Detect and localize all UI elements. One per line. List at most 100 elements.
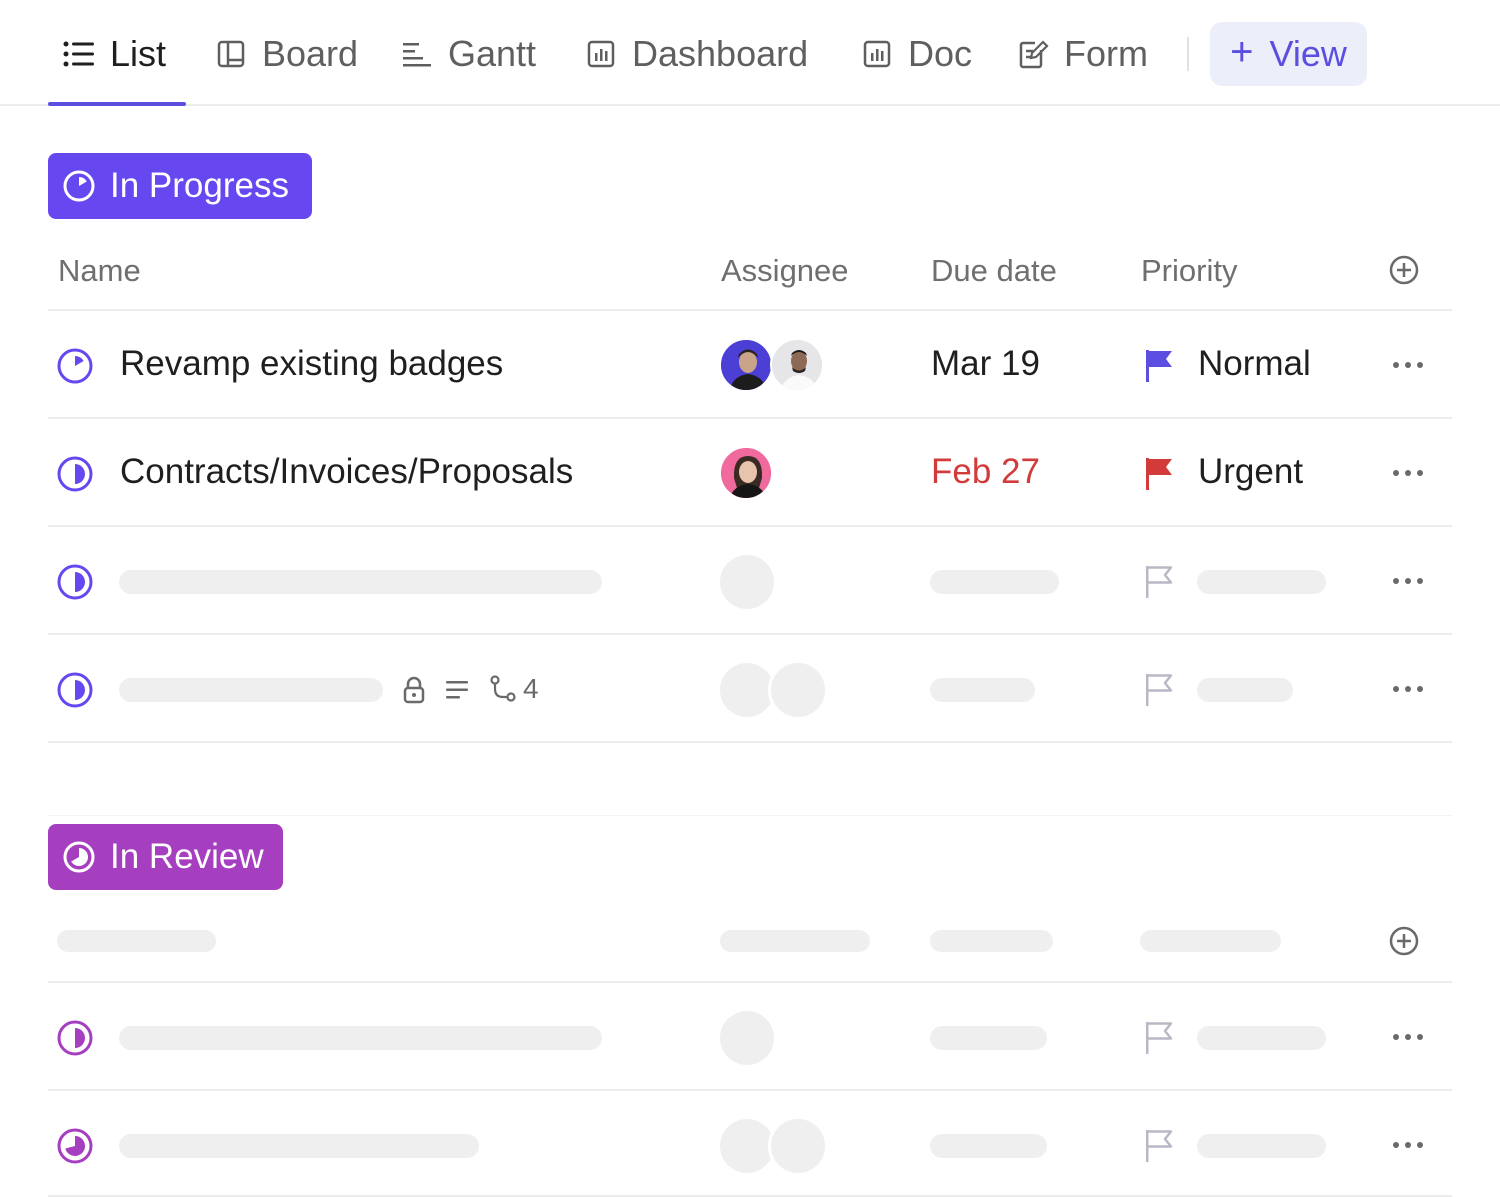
due-date[interactable]: Mar 19 (931, 344, 1040, 384)
more-options-icon[interactable] (1393, 1142, 1423, 1152)
tab-label: Dashboard (632, 33, 809, 74)
priority-placeholder (1197, 1134, 1326, 1158)
row-divider (48, 981, 1452, 983)
status-pill-in-progress[interactable]: In Progress (48, 153, 312, 219)
avatar-placeholder (720, 1011, 774, 1065)
column-header-placeholder (720, 930, 870, 952)
column-header-placeholder (1140, 930, 1281, 952)
column-header-due-date[interactable]: Due date (931, 253, 1057, 289)
flag-icon[interactable] (1144, 672, 1176, 708)
due-date-placeholder (930, 1134, 1047, 1158)
row-divider (48, 417, 1452, 419)
avatar-placeholder (768, 1116, 828, 1176)
tab-doc[interactable]: Doc (860, 22, 972, 86)
row-divider (48, 309, 1452, 311)
in-review-status-icon[interactable] (56, 1019, 94, 1057)
flag-icon[interactable] (1144, 456, 1176, 492)
tab-list[interactable]: List (62, 22, 166, 86)
due-date-placeholder (930, 678, 1035, 702)
task-name-placeholder (119, 570, 602, 594)
in-progress-status-icon (63, 170, 95, 202)
in-progress-status-icon[interactable] (56, 347, 94, 385)
person-avatar-icon (721, 340, 771, 390)
subtasks-indicator[interactable]: 4 (489, 672, 539, 706)
due-date-placeholder (930, 570, 1059, 594)
row-divider (48, 633, 1452, 635)
more-options-icon[interactable] (1393, 686, 1423, 696)
task-name[interactable]: Revamp existing badges (120, 344, 503, 384)
row-divider (48, 525, 1452, 527)
priority-placeholder (1197, 1026, 1326, 1050)
flag-icon[interactable] (1144, 348, 1176, 384)
tab-label: Gantt (448, 33, 537, 74)
lock-icon[interactable] (402, 676, 426, 704)
group-divider (48, 815, 1452, 816)
avatar[interactable] (719, 338, 773, 392)
task-name[interactable]: Contracts/Invoices/Proposals (120, 452, 573, 492)
list-icon (62, 37, 96, 71)
active-tab-indicator (48, 102, 186, 106)
row-divider (48, 741, 1452, 743)
avatar-placeholder (720, 1119, 774, 1173)
flag-icon[interactable] (1144, 564, 1176, 600)
board-icon (214, 37, 248, 71)
subtask-count: 4 (523, 673, 539, 704)
more-options-icon[interactable] (1393, 362, 1423, 372)
avatar-placeholder (768, 660, 828, 720)
row-divider (48, 1089, 1452, 1091)
status-label: In Review (110, 837, 264, 876)
tab-form[interactable]: Form (1016, 22, 1148, 86)
in-progress-status-icon[interactable] (56, 563, 94, 601)
flag-icon[interactable] (1144, 1128, 1176, 1164)
task-name-placeholder (119, 678, 383, 702)
description-icon[interactable] (446, 680, 470, 700)
avatar-placeholder (720, 555, 774, 609)
more-options-icon[interactable] (1393, 1034, 1423, 1044)
task-name-placeholder (119, 1134, 479, 1158)
gantt-icon (400, 37, 434, 71)
tab-label: Board (262, 33, 359, 74)
doc-icon (860, 37, 894, 71)
add-view-button[interactable]: + View (1210, 22, 1367, 86)
more-options-icon[interactable] (1393, 470, 1423, 480)
add-column-icon[interactable] (1388, 925, 1420, 957)
priority-label[interactable]: Urgent (1198, 452, 1303, 492)
column-header-placeholder (57, 930, 216, 952)
column-header-assignee[interactable]: Assignee (721, 253, 849, 289)
more-options-icon[interactable] (1393, 578, 1423, 588)
avatar-placeholder (720, 663, 774, 717)
column-header-placeholder (930, 930, 1053, 952)
column-header-name[interactable]: Name (58, 253, 141, 289)
tab-dashboard[interactable]: Dashboard (584, 22, 808, 86)
form-icon (1016, 37, 1050, 71)
tab-gantt[interactable]: Gantt (400, 22, 536, 86)
avatar[interactable] (770, 338, 824, 392)
tabs-separator (1187, 37, 1189, 71)
priority-placeholder (1197, 570, 1326, 594)
column-header-priority[interactable]: Priority (1141, 253, 1237, 289)
dashboard-icon (584, 37, 618, 71)
priority-label[interactable]: Normal (1198, 344, 1311, 384)
avatar[interactable] (719, 446, 773, 500)
flag-icon[interactable] (1144, 1020, 1176, 1056)
tab-label: Form (1064, 33, 1148, 74)
due-date[interactable]: Feb 27 (931, 452, 1040, 492)
person-avatar-icon (772, 340, 822, 390)
plus-icon: + (1230, 30, 1254, 74)
add-view-label: View (1269, 33, 1347, 74)
tab-label: List (110, 33, 167, 74)
in-review-status-icon[interactable] (56, 1127, 94, 1165)
in-progress-status-icon[interactable] (56, 455, 94, 493)
add-column-icon[interactable] (1388, 254, 1420, 286)
due-date-placeholder (930, 1026, 1047, 1050)
in-progress-status-icon[interactable] (56, 671, 94, 709)
status-label: In Progress (110, 166, 289, 205)
view-tabs-bar: List Board Gantt Dashboard Doc Form + Vi… (0, 0, 1500, 106)
tab-label: Doc (908, 33, 973, 74)
in-review-status-icon (63, 841, 95, 873)
status-pill-in-review[interactable]: In Review (48, 824, 283, 890)
task-name-placeholder (119, 1026, 602, 1050)
tab-board[interactable]: Board (214, 22, 358, 86)
priority-placeholder (1197, 678, 1293, 702)
person-avatar-icon (721, 448, 771, 498)
